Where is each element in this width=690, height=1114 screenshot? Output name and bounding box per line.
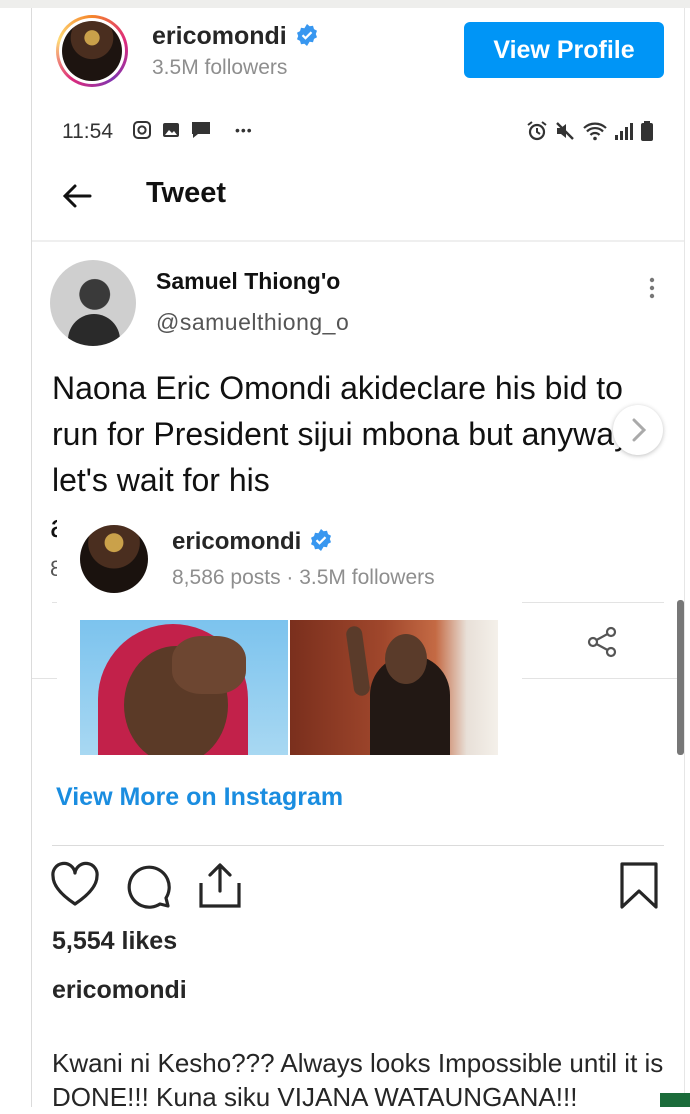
status-overflow-icon: •••: [235, 122, 253, 138]
profile-avatar[interactable]: [56, 15, 128, 87]
post-thumbnail[interactable]: [290, 620, 498, 755]
tweet-header: Tweet: [32, 165, 684, 242]
profile-photo: [62, 21, 122, 81]
card-username[interactable]: ericomondi: [172, 528, 333, 556]
verified-badge-icon: [311, 529, 332, 551]
tweet-author-handle[interactable]: @samuelthiong_o: [156, 309, 349, 336]
heart-icon[interactable]: [50, 861, 100, 911]
profile-username[interactable]: ericomondi: [152, 22, 319, 51]
corner-badge: [660, 1093, 690, 1107]
tweet-author-avatar[interactable]: [50, 260, 136, 346]
tweet-text: Naona Eric Omondi akideclare his bid to …: [52, 370, 647, 498]
battery-icon: [641, 121, 653, 141]
verified-badge-icon: [296, 24, 317, 46]
image-icon: [163, 123, 179, 137]
carousel-next-button[interactable]: [613, 405, 663, 455]
frame-border-right: [684, 8, 685, 1107]
back-arrow-icon[interactable]: [60, 179, 94, 213]
card-stats: 8,586 posts · 3.5M followers: [172, 566, 435, 589]
instagram-icon: [133, 121, 151, 139]
like-count[interactable]: 5,554 likes: [52, 927, 177, 956]
tweet-header-title: Tweet: [146, 177, 227, 209]
share-icon[interactable]: [585, 625, 619, 659]
signal-icon: [615, 123, 633, 140]
chevron-right-icon: [632, 418, 647, 442]
wifi-icon: [583, 122, 607, 141]
divider: [52, 845, 664, 846]
phone-status-bar: 11:54 •••: [62, 118, 662, 148]
profile-followers: 3.5M followers: [152, 56, 288, 79]
status-system-icons: [526, 120, 654, 142]
status-notification-icons: •••: [132, 120, 253, 140]
tweet-author-name[interactable]: Samuel Thiong'o: [156, 268, 340, 295]
instagram-embed-header: ericomondi 3.5M followers View Profile: [32, 8, 684, 98]
upload-icon[interactable]: [195, 861, 245, 911]
post-thumbnail[interactable]: [80, 620, 288, 755]
bookmark-icon[interactable]: [614, 861, 664, 911]
top-strip: [0, 0, 690, 8]
view-more-on-instagram-link[interactable]: View More on Instagram: [56, 783, 343, 812]
comment-icon[interactable]: [123, 861, 173, 911]
mute-icon: [556, 122, 574, 140]
alarm-icon: [527, 121, 547, 141]
caption-username[interactable]: ericomondi: [52, 976, 187, 1005]
message-icon: [192, 122, 210, 138]
scrollbar[interactable]: [677, 600, 684, 755]
card-avatar[interactable]: [80, 525, 148, 593]
more-vertical-icon[interactable]: [646, 276, 658, 300]
view-profile-button[interactable]: View Profile: [464, 22, 664, 78]
instagram-profile-card: ericomondi 8,586 posts · 3.5M followers: [57, 510, 522, 758]
post-caption: Kwani ni Kesho??? Always looks Impossibl…: [52, 1048, 664, 1112]
status-time: 11:54: [62, 120, 113, 143]
